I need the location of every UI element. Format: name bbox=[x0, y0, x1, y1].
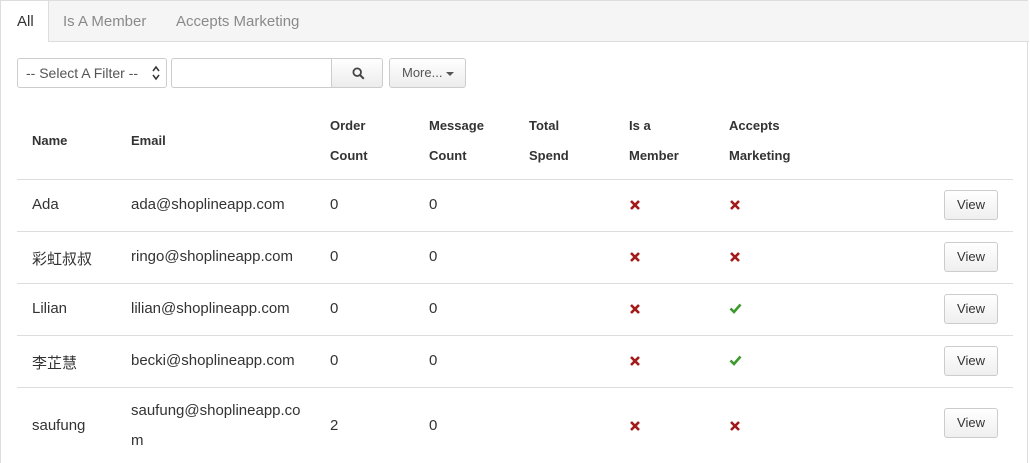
header-total-spend-line1: Total bbox=[529, 118, 560, 133]
select-arrows-icon bbox=[152, 65, 160, 81]
header-name: Name bbox=[32, 133, 68, 148]
row-name: 彩虹叔叔 bbox=[32, 251, 93, 268]
row-message-count: 0 bbox=[429, 352, 438, 369]
cross-icon bbox=[630, 304, 640, 314]
row-order-count: 0 bbox=[330, 352, 339, 369]
row-order-count: 0 bbox=[330, 248, 339, 265]
header-accepts-marketing-line1: Accepts bbox=[729, 118, 780, 133]
cross-icon bbox=[630, 200, 640, 210]
caret-down-icon bbox=[446, 71, 455, 76]
cross-icon bbox=[730, 252, 740, 262]
view-button[interactable]: View bbox=[944, 242, 998, 272]
row-name: saufung bbox=[32, 417, 86, 434]
header-is-member-line1: Is a bbox=[629, 118, 651, 133]
view-button[interactable]: View bbox=[944, 294, 998, 324]
search-icon bbox=[352, 67, 365, 80]
view-button[interactable]: View bbox=[944, 408, 998, 438]
search-input[interactable] bbox=[171, 58, 332, 88]
header-is-member-line2: Member bbox=[629, 148, 679, 163]
check-icon bbox=[729, 303, 742, 314]
cross-icon bbox=[630, 252, 640, 262]
header-accepts-marketing-line2: Marketing bbox=[729, 148, 791, 163]
header-is-member: Is a Member bbox=[629, 111, 679, 171]
header-total-spend: Total Spend bbox=[529, 111, 569, 171]
cross-icon bbox=[730, 421, 740, 431]
view-button[interactable]: View bbox=[944, 346, 998, 376]
row-order-count: 0 bbox=[330, 196, 339, 213]
filter-select-value: -- Select A Filter -- bbox=[26, 65, 139, 81]
header-accepts-marketing: Accepts Marketing bbox=[729, 111, 790, 171]
more-button-label: More... bbox=[402, 65, 443, 80]
header-message-count-line1: Message bbox=[429, 118, 484, 133]
row-message-count: 0 bbox=[429, 248, 438, 265]
header-divider bbox=[17, 179, 1013, 180]
header-order-count-line2: Count bbox=[330, 148, 368, 163]
tab-all[interactable]: All bbox=[1, 1, 49, 42]
row-divider bbox=[17, 335, 1013, 336]
cross-icon bbox=[630, 421, 640, 431]
row-email: saufung@shoplineapp.co bbox=[131, 402, 301, 419]
customers-panel: All Is A Member Accepts Marketing -- Sel… bbox=[0, 0, 1029, 463]
row-message-count: 0 bbox=[429, 300, 438, 317]
header-message-count-line2: Count bbox=[429, 148, 467, 163]
row-divider bbox=[17, 231, 1013, 232]
row-email: ada@shoplineapp.com bbox=[131, 196, 285, 213]
row-name: Ada bbox=[32, 196, 59, 213]
tab-bar: All Is A Member Accepts Marketing bbox=[1, 1, 1029, 42]
row-email-wrap: m bbox=[131, 432, 144, 449]
tab-accepts-marketing[interactable]: Accepts Marketing bbox=[176, 1, 299, 42]
header-order-count: Order Count bbox=[330, 111, 368, 171]
row-message-count: 0 bbox=[429, 417, 438, 434]
row-name: 李芷慧 bbox=[32, 355, 78, 372]
row-order-count: 0 bbox=[330, 300, 339, 317]
check-icon bbox=[729, 355, 742, 366]
view-button[interactable]: View bbox=[944, 190, 998, 220]
row-divider bbox=[17, 283, 1013, 284]
row-email: becki@shoplineapp.com bbox=[131, 352, 295, 369]
search-button[interactable] bbox=[331, 58, 383, 88]
row-email: lilian@shoplineapp.com bbox=[131, 300, 290, 317]
filter-select[interactable]: -- Select A Filter -- bbox=[17, 58, 167, 88]
header-total-spend-line2: Spend bbox=[529, 148, 569, 163]
more-button[interactable]: More... bbox=[389, 58, 466, 88]
header-order-count-line1: Order bbox=[330, 118, 366, 133]
row-email: ringo@shoplineapp.com bbox=[131, 248, 293, 265]
row-divider bbox=[17, 387, 1013, 388]
tab-is-a-member[interactable]: Is A Member bbox=[63, 1, 146, 42]
row-order-count: 2 bbox=[330, 417, 339, 434]
cross-icon bbox=[730, 200, 740, 210]
row-name: Lilian bbox=[32, 300, 68, 317]
row-message-count: 0 bbox=[429, 196, 438, 213]
header-message-count: Message Count bbox=[429, 111, 484, 171]
cross-icon bbox=[630, 356, 640, 366]
header-email: Email bbox=[131, 133, 166, 148]
